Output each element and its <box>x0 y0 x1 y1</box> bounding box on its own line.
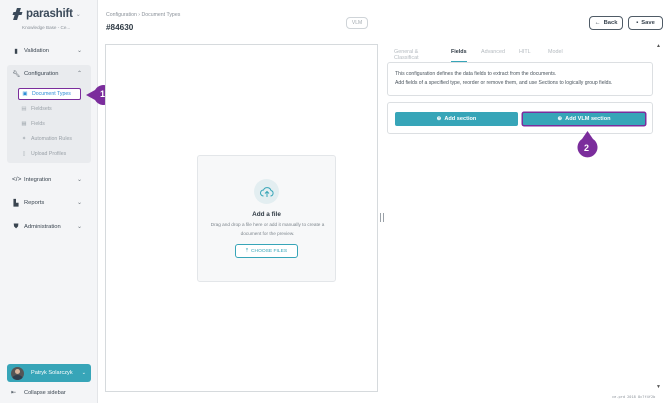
sidebar-subitem-label: Fields <box>31 121 45 127</box>
page-title: #84630 <box>106 23 134 32</box>
chevron-down-icon: ⌄ <box>76 224 82 230</box>
tab-hitl[interactable]: HITL <box>519 48 531 62</box>
tab-advanced[interactable]: Advanced <box>481 48 505 62</box>
sidebar-item-administration[interactable]: ⛊ Administration ⌄ <box>12 221 84 232</box>
grid-icon: ▦ <box>21 121 27 127</box>
bar-chart-icon: ▙ <box>13 199 19 207</box>
chevron-down-icon: ⌄ <box>76 177 82 183</box>
collapse-sidebar-button[interactable]: ⇤ Collapse sidebar <box>11 389 66 397</box>
add-vlm-section-button[interactable]: ⊕ Add VLM section <box>522 112 646 126</box>
sidebar-subitem-upload-profiles[interactable]: ▯ Upload Profiles <box>21 149 83 159</box>
sidebar-subitem-label: Automation Rules <box>31 136 72 142</box>
file-icon: ▯ <box>22 151 26 157</box>
wrench-icon: 🔧︎ <box>12 70 21 78</box>
sidebar-subitem-document-types[interactable]: ▣ Document Types <box>18 88 81 100</box>
document-preview-area: Add a file Drag and drop a file here or … <box>105 44 378 392</box>
code-icon: </> <box>12 176 22 183</box>
tab-general-classification[interactable]: General & Classificat <box>394 48 419 62</box>
chevron-down-icon: ⌄ <box>76 200 82 206</box>
table-icon: ▤ <box>21 106 27 112</box>
tenant-label: Knowledge Base - Ce... <box>22 25 71 30</box>
sidebar-item-label: Validation <box>24 47 50 54</box>
sidebar-item-label: Configuration <box>24 70 59 77</box>
chevron-down-icon[interactable]: ⌄ <box>76 11 81 18</box>
sidebar-subitem-label: Document Types <box>32 91 71 97</box>
sidebar-subitem-fields[interactable]: ▦ Fields <box>21 119 83 129</box>
logo-text: parashift <box>26 8 73 20</box>
sidebar: parashift ⌄ Knowledge Base - Ce... ▮ Val… <box>0 0 98 403</box>
add-section-button[interactable]: ⊕ Add section <box>395 112 518 126</box>
chevron-up-icon: ⌃ <box>76 71 82 77</box>
sidebar-item-validation[interactable]: ▮ Validation ⌄ <box>12 45 84 56</box>
section-actions-box: ⊕ Add section ⊕ Add VLM section <box>387 102 653 134</box>
sidebar-item-integration[interactable]: </> Integration ⌄ <box>12 174 84 185</box>
upload-icon: ⤒ <box>245 249 248 254</box>
sidebar-subitem-fieldsets[interactable]: ▤ Fieldsets <box>21 104 83 114</box>
resize-handle[interactable] <box>380 213 384 222</box>
save-icon: ▪ <box>636 20 639 26</box>
fields-info-box: This configuration defines the data fiel… <box>387 62 653 96</box>
chevron-down-icon: ⌄ <box>81 370 86 376</box>
sidebar-subitem-label: Fieldsets <box>31 106 52 112</box>
tab-model[interactable]: Model <box>548 48 563 62</box>
info-line-1: This configuration defines the data fiel… <box>395 71 557 77</box>
sidebar-subitem-automation-rules[interactable]: ✦ Automation Rules <box>21 134 83 144</box>
add-section-icon: ⊕ <box>557 116 563 122</box>
breadcrumb: Configuration › Document Types <box>106 12 181 18</box>
sidebar-item-reports[interactable]: ▙ Reports ⌄ <box>12 197 84 208</box>
user-name: Patryk Solarczyk <box>31 370 73 376</box>
collapse-label: Collapse sidebar <box>24 389 66 396</box>
save-button[interactable]: ▪ Save <box>628 16 663 30</box>
org-switcher[interactable]: parashift ⌄ <box>13 8 81 20</box>
user-menu[interactable]: Patryk Solarczyk ⌄ <box>7 364 91 382</box>
avatar <box>11 366 24 380</box>
collapse-icon: ⇤ <box>11 390 17 396</box>
tab-fields[interactable]: Fields <box>451 48 467 62</box>
arrow-left-icon: ← <box>594 20 601 26</box>
annotation-badge-2: 2 <box>576 131 599 160</box>
file-dropzone[interactable]: Add a file Drag and drop a file here or … <box>197 155 336 282</box>
add-section-icon: ⊕ <box>436 116 442 122</box>
sidebar-item-label: Administration <box>24 223 61 230</box>
sparkle-icon: ✦ <box>21 136 27 142</box>
version-label: ce-prd 2018 8c7f4f2b <box>612 395 656 399</box>
sidebar-item-label: Reports <box>24 199 45 206</box>
dropzone-description: Drag and drop a file here or add it manu… <box>210 222 325 236</box>
cloud-upload-icon <box>254 179 279 204</box>
sidebar-item-label: Integration <box>24 176 52 183</box>
choose-files-button[interactable]: ⤒ CHOOSE FILES <box>235 244 298 258</box>
sidebar-item-configuration[interactable]: 🔧︎ Configuration ⌃ <box>12 68 84 79</box>
chevron-down-icon: ⌄ <box>76 48 82 54</box>
info-line-2: Add fields of a specified type, reorder … <box>395 80 613 86</box>
shield-icon: ⛊ <box>13 222 19 230</box>
scroll-down-arrow-icon[interactable]: ▼ <box>656 384 661 390</box>
parashift-logo-icon <box>13 8 23 20</box>
scroll-up-arrow-icon[interactable]: ▲ <box>656 43 661 49</box>
vlm-pill: VLM <box>346 17 368 29</box>
add-file-title: Add a file <box>252 211 281 218</box>
document-type-icon: ▣ <box>22 91 28 97</box>
document-icon: ▮ <box>14 47 18 55</box>
sidebar-subitem-label: Upload Profiles <box>31 151 67 157</box>
back-button[interactable]: ← Back <box>589 16 623 30</box>
